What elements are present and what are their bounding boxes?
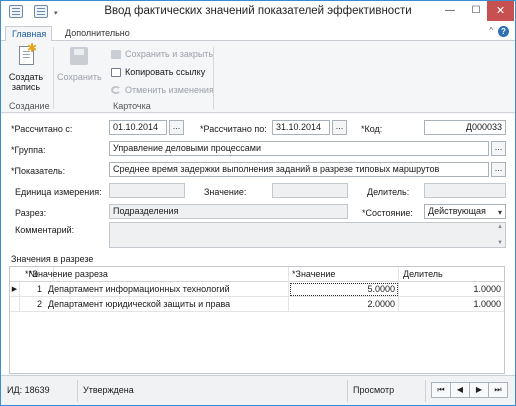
calc-from-label: *Рассчитано с: <box>11 124 73 134</box>
first-record-button[interactable]: ⏮ <box>431 382 451 398</box>
maximize-button[interactable]: ☐ <box>463 1 489 21</box>
column-header-value[interactable]: *Значение <box>289 267 399 282</box>
divisor-cell[interactable]: 1.0000 <box>399 282 504 297</box>
ribbon-tabs: Главная Дополнительно ^ ? <box>1 23 515 42</box>
save-button[interactable]: Сохранить <box>57 45 102 82</box>
undo-changes-button[interactable]: Отменить изменения <box>111 84 214 97</box>
status-divider <box>77 380 78 402</box>
save-and-close-button[interactable]: Сохранить и закрыть <box>111 48 213 61</box>
save-close-icon <box>111 50 121 59</box>
group-select-button[interactable]: ... <box>491 141 506 156</box>
ribbon-group-card-label: Карточка <box>113 101 151 111</box>
slice-values-table: *№ *Значение разреза *Значение Делитель … <box>9 266 505 374</box>
next-record-button[interactable]: ▶ <box>469 382 489 398</box>
state-select-value: Действующая <box>428 206 486 216</box>
calc-to-picker-button[interactable]: ... <box>332 120 347 135</box>
comment-label: Комментарий: <box>15 225 75 235</box>
row-number-cell[interactable]: 2 <box>20 297 45 312</box>
indicator-field[interactable]: Среднее время задержки выполнения задани… <box>109 162 489 177</box>
calc-from-field[interactable]: 01.10.2014 <box>109 120 167 135</box>
scroll-up-icon: ▲ <box>497 224 503 230</box>
undo-changes-label: Отменить изменения <box>125 85 214 95</box>
state-select[interactable]: Действующая ▾ <box>424 204 506 219</box>
help-icon[interactable]: ? <box>498 26 509 37</box>
create-record-label-1: Создать <box>8 72 44 82</box>
calc-to-field[interactable]: 31.10.2014 <box>272 120 330 135</box>
copy-link-button[interactable]: Копировать ссылку <box>111 66 205 79</box>
group-field[interactable]: Управление деловыми процессами <box>109 141 489 156</box>
slice-field[interactable]: Подразделения <box>109 204 348 219</box>
status-bar: ИД: 18639 Утверждена Просмотр ⏮ ◀ ▶ ⏭ <box>1 375 515 405</box>
last-record-button[interactable]: ⏭ <box>488 382 508 398</box>
ribbon-group-divider <box>213 47 214 109</box>
calc-to-label: *Рассчитано по: <box>200 124 267 134</box>
code-field[interactable]: Д000033 <box>424 120 506 135</box>
row-number-cell[interactable]: 1 <box>20 282 45 297</box>
close-button[interactable]: ✕ <box>487 1 514 21</box>
divisor-cell[interactable]: 1.0000 <box>399 297 504 312</box>
slice-label: Разрез: <box>15 208 47 218</box>
unit-label: Единица измерения: <box>15 187 102 197</box>
row-indicator <box>10 297 20 312</box>
indicator-select-button[interactable]: ... <box>491 162 506 177</box>
record-state: Утверждена <box>83 385 134 395</box>
code-label: *Код: <box>361 124 383 134</box>
ribbon-panel: ✱ Создать запись Сохранить Сохранить и з… <box>1 41 515 113</box>
table-row[interactable]: ▶ 1 Департамент информационных технологи… <box>10 282 504 297</box>
value-cell[interactable]: 2.0000 <box>289 297 399 312</box>
previous-record-button[interactable]: ◀ <box>450 382 470 398</box>
create-record-button[interactable]: ✱ Создать запись <box>7 42 45 92</box>
tab-additional[interactable]: Дополнительно <box>59 26 136 41</box>
record-form: *Рассчитано с: 01.10.2014 ... *Рассчитан… <box>1 114 515 374</box>
column-header-divisor[interactable]: Делитель <box>399 267 504 282</box>
view-mode: Просмотр <box>353 385 395 395</box>
value-field[interactable] <box>272 183 348 198</box>
record-id: ИД: 18639 <box>7 385 50 395</box>
app-window: ▾ Ввод фактических значений показателей … <box>0 0 516 406</box>
calc-from-picker-button[interactable]: ... <box>169 120 184 135</box>
tab-home[interactable]: Главная <box>5 26 52 42</box>
value-cell[interactable]: 5.0000 <box>289 282 399 297</box>
group-label: *Группа: <box>11 145 46 155</box>
create-record-label-2: запись <box>11 82 41 92</box>
comment-field[interactable]: ▲ ▼ <box>109 222 506 248</box>
divisor-field[interactable] <box>424 183 506 198</box>
indicator-label: *Показатель: <box>11 166 66 176</box>
title-bar: ▾ Ввод фактических значений показателей … <box>1 1 515 23</box>
undo-icon <box>111 86 121 94</box>
column-header-slice[interactable]: *Значение разреза <box>27 267 289 282</box>
copy-link-label: Копировать ссылку <box>125 67 206 77</box>
value-label: Значение: <box>204 187 247 197</box>
ribbon-group-create-label: Создание <box>9 101 50 111</box>
ribbon-group-divider <box>53 47 54 109</box>
slice-value-cell[interactable]: Департамент юридической защиты и права <box>45 297 289 312</box>
current-row-icon: ▶ <box>10 282 20 297</box>
copy-link-icon <box>111 68 121 77</box>
scroll-down-icon: ▼ <box>497 240 503 246</box>
status-divider <box>425 380 426 402</box>
unit-field[interactable] <box>109 183 185 198</box>
new-document-icon: ✱ <box>14 42 38 69</box>
state-label: *Состояние: <box>362 208 413 218</box>
chevron-down-icon: ▾ <box>497 208 502 217</box>
slice-value-cell[interactable]: Департамент информационных технологий <box>45 282 289 297</box>
divisor-label: Делитель: <box>367 187 410 197</box>
floppy-disk-icon <box>66 45 90 69</box>
slice-values-title: Значения в разрезе <box>11 254 94 264</box>
collapse-ribbon-icon[interactable]: ^ <box>489 26 493 35</box>
minimize-button[interactable]: — <box>437 1 463 21</box>
table-header: *№ *Значение разреза *Значение Делитель <box>10 267 504 282</box>
save-and-close-label: Сохранить и закрыть <box>125 49 214 59</box>
table-row[interactable]: 2 Департамент юридической защиты и права… <box>10 297 504 312</box>
save-label: Сохранить <box>57 72 102 82</box>
status-divider <box>347 380 348 402</box>
